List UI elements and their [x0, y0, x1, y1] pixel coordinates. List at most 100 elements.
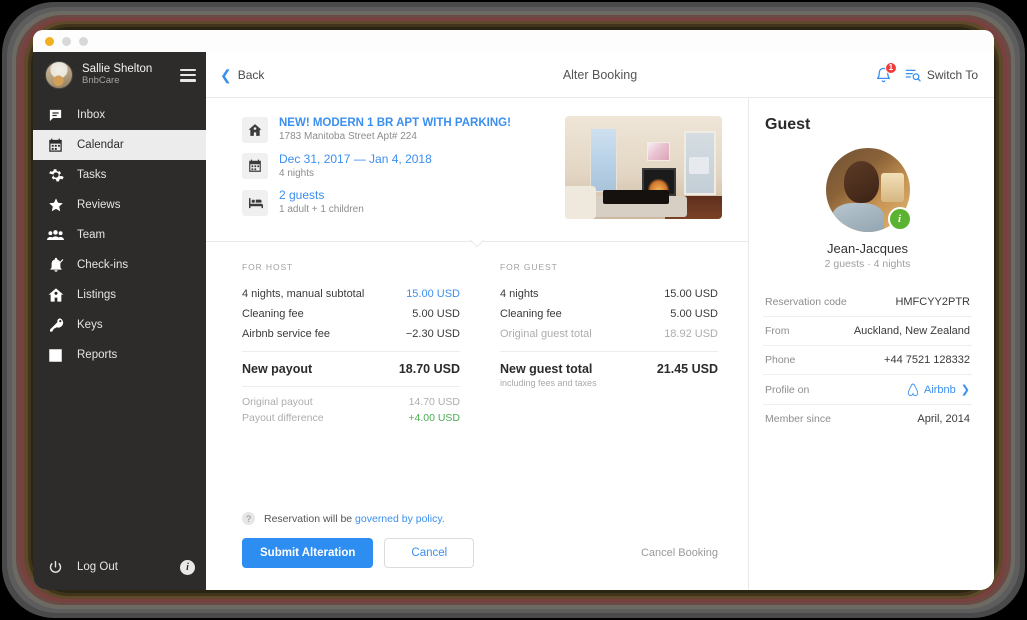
policy-text-prefix: Reservation will be	[264, 512, 356, 525]
price-value: 15.00 USD	[664, 287, 718, 300]
photo-coffee-table	[602, 190, 669, 204]
window-minimize-dot[interactable]	[62, 36, 71, 46]
sidebar-item-inbox[interactable]: Inbox	[33, 100, 206, 130]
price-line: Original guest total 18.92 USD	[500, 324, 718, 344]
home-icon	[242, 116, 268, 143]
sidebar-user-header[interactable]: Sallie Shelton BnbCare	[33, 52, 206, 98]
summary-guests-text: 2 guests 1 adult + 1 children	[279, 188, 364, 217]
guest-detail-row: Member since April, 2014	[763, 405, 972, 433]
price-line: 4 nights, manual subtotal 15.00 USD	[242, 284, 460, 304]
photo-window	[590, 128, 617, 193]
sidebar-item-reports[interactable]: Reports	[33, 340, 206, 370]
verified-info-icon[interactable]: i	[887, 207, 912, 231]
star-icon	[47, 197, 64, 214]
people-icon	[47, 227, 64, 244]
detail-value[interactable]: +44 7521 128332	[884, 354, 970, 366]
content-row: NEW! MODERN 1 BR APT WITH PARKING! 1783 …	[206, 98, 994, 590]
price-label: Original guest total	[500, 327, 592, 340]
property-photo[interactable]	[565, 116, 722, 219]
summary-guests-row[interactable]: 2 guests 1 adult + 1 children	[242, 188, 551, 217]
guest-breakdown: 1 adult + 1 children	[279, 204, 364, 216]
total-value: 18.70 USD	[398, 361, 460, 376]
bed-icon	[242, 189, 268, 216]
logout-label[interactable]: Log Out	[77, 561, 167, 573]
power-icon[interactable]	[47, 559, 64, 576]
list-search-icon	[905, 69, 921, 81]
sidebar-item-reviews[interactable]: Reviews	[33, 190, 206, 220]
guest-name: Jean-Jacques	[827, 241, 908, 256]
inbox-icon	[47, 107, 64, 124]
sidebar-user-org: BnbCare	[82, 75, 120, 87]
booking-dates[interactable]: Dec 31, 2017 — Jan 4, 2018	[279, 152, 432, 167]
sidebar-footer: Log Out i	[33, 544, 206, 590]
price-line: Airbnb service fee −2.30 USD	[242, 324, 460, 344]
cancel-booking-link[interactable]: Cancel Booking	[641, 547, 718, 559]
detail-value-link[interactable]: Airbnb ❯	[907, 383, 970, 396]
sidebar-item-check-ins[interactable]: Check-ins	[33, 250, 206, 280]
price-value[interactable]: 15.00 USD	[406, 288, 460, 300]
policy-row: ? Reservation will be governed by policy…	[242, 512, 718, 525]
divider	[500, 350, 718, 352]
detail-label: Profile on	[765, 383, 810, 396]
sidebar-item-team[interactable]: Team	[33, 220, 206, 250]
guest-panel: Guest i Jean-Jacques 2 guests · 4 nights…	[749, 98, 994, 590]
avatar-head	[843, 161, 880, 204]
divider-notch	[465, 240, 489, 252]
switch-to-button[interactable]: Switch To	[905, 68, 978, 82]
sidebar-item-keys[interactable]: Keys	[33, 310, 206, 340]
sidebar-user-names: Sallie Shelton BnbCare	[82, 63, 171, 87]
policy-link[interactable]: governed by policy.	[355, 513, 445, 525]
window-maximize-dot[interactable]	[79, 36, 88, 46]
sidebar-item-calendar[interactable]: Calendar	[33, 130, 206, 160]
divider	[242, 385, 460, 387]
price-value: 5.00 USD	[412, 307, 460, 320]
window-body: Sallie Shelton BnbCare Inbox Calendar Ta…	[33, 52, 994, 590]
window-close-dot[interactable]	[45, 36, 54, 46]
summary-listing-row[interactable]: NEW! MODERN 1 BR APT WITH PARKING! 1783 …	[242, 116, 551, 144]
notifications-button[interactable]: 1	[875, 61, 897, 84]
sidebar-item-label: Tasks	[77, 169, 107, 181]
calendar-icon	[47, 137, 64, 154]
guest-detail-row[interactable]: Profile on Airbnb ❯	[763, 375, 972, 405]
detail-value: April, 2014	[917, 413, 970, 425]
guest-avatar-wrap[interactable]: i	[825, 148, 912, 232]
total-label: New guest total	[500, 361, 593, 376]
question-icon[interactable]: ?	[242, 512, 255, 525]
price-label: Cleaning fee	[500, 307, 562, 320]
price-value: 5.00 USD	[670, 307, 718, 320]
app-window: Sallie Shelton BnbCare Inbox Calendar Ta…	[33, 30, 994, 590]
info-icon[interactable]: i	[180, 559, 195, 575]
guest-detail-row: Phone +44 7521 128332	[763, 346, 972, 375]
cancel-button[interactable]: Cancel	[384, 538, 475, 568]
host-total-row: New payout 18.70 USD	[242, 359, 460, 379]
guest-detail-row: Reservation code HMFCYY2PTR	[763, 288, 972, 317]
notification-badge: 1	[884, 61, 897, 74]
hamburger-icon[interactable]	[180, 68, 196, 82]
price-label: Payout difference	[242, 411, 324, 424]
booking-pane: NEW! MODERN 1 BR APT WITH PARKING! 1783 …	[206, 98, 749, 590]
summary-dates-row[interactable]: Dec 31, 2017 — Jan 4, 2018 4 nights	[242, 152, 551, 181]
device-frame: Sallie Shelton BnbCare Inbox Calendar Ta…	[0, 0, 1027, 620]
sidebar: Sallie Shelton BnbCare Inbox Calendar Ta…	[33, 52, 206, 590]
detail-label: From	[765, 325, 790, 337]
price-label: Original payout	[242, 395, 313, 408]
submit-alteration-button[interactable]: Submit Alteration	[242, 538, 374, 568]
detail-value[interactable]: HMFCYY2PTR	[895, 296, 970, 308]
back-button[interactable]: ❮ Back	[206, 68, 264, 82]
price-value: 14.70 USD	[408, 395, 460, 408]
detail-label: Phone	[765, 354, 796, 366]
host-price-column: FOR HOST 4 nights, manual subtotal 15.00…	[242, 262, 460, 426]
sidebar-item-label: Reviews	[77, 199, 121, 211]
sidebar-item-label: Calendar	[77, 139, 124, 151]
price-label: 4 nights, manual subtotal	[242, 287, 365, 300]
price-value: −2.30 USD	[405, 327, 460, 340]
sidebar-item-label: Inbox	[77, 109, 106, 121]
sidebar-item-listings[interactable]: Listings	[33, 280, 206, 310]
guest-count[interactable]: 2 guests	[279, 188, 364, 203]
guest-price-column: FOR GUEST 4 nights 15.00 USD Cleaning fe…	[500, 262, 718, 388]
price-label: Cleaning fee	[242, 307, 304, 320]
price-value: 18.92 USD	[664, 327, 718, 340]
sidebar-item-tasks[interactable]: Tasks	[33, 160, 206, 190]
avatar	[45, 61, 73, 89]
listing-title[interactable]: NEW! MODERN 1 BR APT WITH PARKING!	[279, 116, 511, 130]
